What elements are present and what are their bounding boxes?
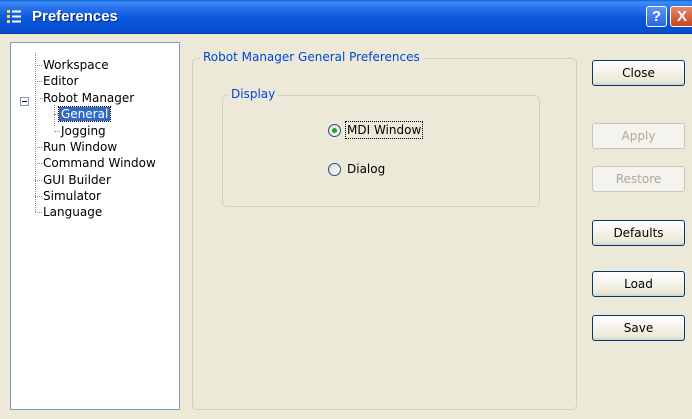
tree-line	[35, 53, 36, 212]
window-title: Preferences	[32, 8, 118, 25]
tree-item-workspace[interactable]: Workspace	[41, 58, 111, 72]
mdi-window-label[interactable]: MDI Window	[344, 121, 424, 139]
tree-item-jogging[interactable]: Jogging	[59, 124, 108, 138]
window-close-button[interactable]: X	[670, 6, 692, 27]
tree-item-label: Run Window	[43, 140, 118, 154]
tree-item-gui-builder[interactable]: GUI Builder	[41, 173, 113, 187]
preferences-window: Preferences ? X Workspace Editor Robot M…	[0, 0, 692, 419]
save-button[interactable]: Save	[592, 315, 685, 341]
dialog-radio[interactable]	[328, 163, 341, 176]
tree-line	[54, 105, 55, 126]
tree-item-robot-manager[interactable]: Robot Manager	[41, 91, 136, 105]
dialog-label[interactable]: Dialog	[347, 162, 385, 176]
tree-item-label: Editor	[43, 74, 79, 88]
group-title: Robot Manager General Preferences	[200, 50, 423, 64]
tree-item-label: GUI Builder	[43, 173, 111, 187]
close-button[interactable]: Close	[592, 60, 685, 86]
tree-item-run-window[interactable]: Run Window	[41, 140, 119, 154]
tree-item-language[interactable]: Language	[41, 205, 104, 219]
tree-item-label: Workspace	[43, 58, 109, 72]
tree-item-label: Command Window	[43, 156, 156, 170]
tree-item-label: Robot Manager	[43, 91, 135, 105]
tree-item-label: General	[57, 106, 112, 122]
collapse-icon[interactable]	[20, 97, 29, 106]
load-button[interactable]: Load	[592, 271, 685, 297]
mdi-window-radio[interactable]	[328, 124, 341, 137]
tree-item-command-window[interactable]: Command Window	[41, 156, 158, 170]
help-button[interactable]: ?	[646, 6, 667, 27]
tree-item-simulator[interactable]: Simulator	[41, 189, 103, 203]
preferences-icon	[7, 10, 21, 23]
defaults-button[interactable]: Defaults	[592, 220, 685, 246]
apply-button[interactable]: Apply	[592, 123, 685, 149]
display-group	[222, 95, 540, 207]
restore-button[interactable]: Restore	[592, 166, 685, 192]
tree-item-label: Simulator	[43, 189, 101, 203]
tree-item-editor[interactable]: Editor	[41, 74, 81, 88]
tree-item-label: Language	[43, 205, 103, 219]
display-group-title: Display	[228, 87, 279, 101]
tree-item-general[interactable]: General	[57, 106, 112, 122]
preferences-tree[interactable]: Workspace Editor Robot Manager General J…	[10, 42, 180, 410]
title-bar[interactable]: Preferences ? X	[0, 0, 692, 34]
tree-item-label: Jogging	[61, 124, 106, 138]
